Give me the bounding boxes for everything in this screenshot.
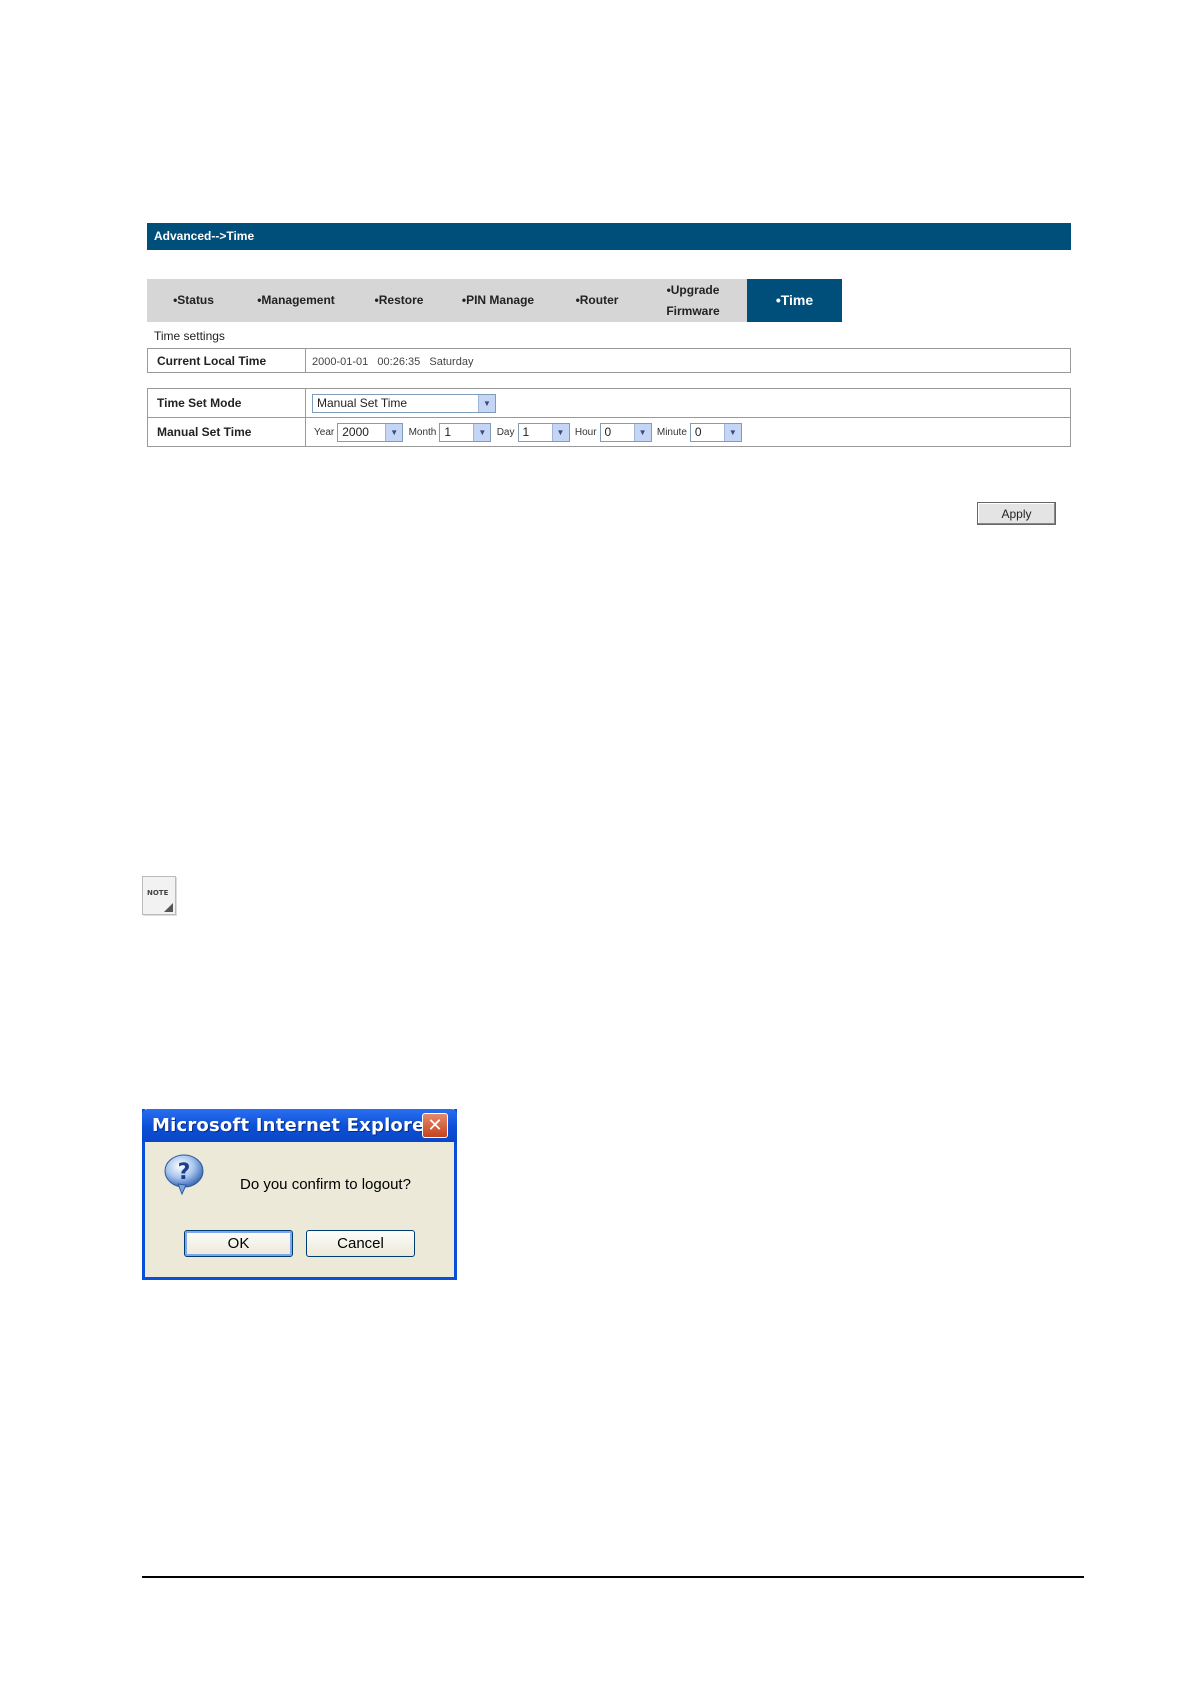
hour-label: Hour <box>574 426 597 438</box>
time-settings-table: Time Set Mode Manual Set Time ▼ Manual S… <box>147 388 1071 447</box>
ok-button[interactable]: OK <box>184 1230 293 1257</box>
logout-confirm-dialog: Microsoft Internet Explorer ✕ ? Do you c… <box>142 1109 457 1280</box>
month-value: 1 <box>444 425 452 439</box>
month-label: Month <box>408 426 437 438</box>
apply-button[interactable]: Apply <box>977 502 1056 525</box>
hour-select[interactable]: 0 ▼ <box>599 422 652 442</box>
current-time-table: Current Local Time 2000-01-01 00:26:35 S… <box>147 348 1071 373</box>
time-set-mode-label: Time Set Mode <box>147 388 306 418</box>
chevron-down-icon: ▼ <box>473 423 491 441</box>
dialog-title: Microsoft Internet Explorer <box>142 1109 457 1142</box>
year-label: Year <box>314 426 335 438</box>
footer-divider <box>142 1576 1084 1578</box>
chevron-down-icon: ▼ <box>723 423 741 441</box>
tab-router[interactable]: •Router <box>550 279 644 322</box>
minute-select[interactable]: 0 ▼ <box>689 422 742 442</box>
page-corner-icon <box>164 903 173 912</box>
chevron-down-icon: ▼ <box>551 423 569 441</box>
tab-restore[interactable]: •Restore <box>352 279 446 322</box>
note-icon-text: NOTE <box>147 889 169 897</box>
tab-time[interactable]: •Time <box>747 279 842 322</box>
year-select[interactable]: 2000 ▼ <box>337 422 404 442</box>
dialog-message: Do you confirm to logout? <box>240 1176 411 1193</box>
chevron-down-icon: ▼ <box>478 394 495 412</box>
question-icon: ? <box>164 1154 204 1196</box>
tab-upgrade-firmware[interactable]: •Upgrade Firmware <box>649 279 737 322</box>
month-select[interactable]: 1 ▼ <box>439 422 492 442</box>
section-title: Time settings <box>154 329 225 343</box>
chevron-down-icon: ▼ <box>385 423 403 441</box>
tab-pin-manage[interactable]: •PIN Manage <box>446 279 550 322</box>
breadcrumb: Advanced-->Time <box>147 223 1071 250</box>
day-select[interactable]: 1 ▼ <box>517 422 570 442</box>
hour-value: 0 <box>604 425 612 439</box>
time-set-mode-select[interactable]: Manual Set Time ▼ <box>312 393 496 413</box>
day-label: Day <box>496 426 515 438</box>
day-value: 1 <box>522 425 530 439</box>
cancel-button[interactable]: Cancel <box>306 1230 415 1257</box>
note-icon: NOTE <box>142 876 176 915</box>
time-set-mode-value: Manual Set Time <box>317 396 408 410</box>
minute-label: Minute <box>656 426 687 438</box>
dialog-body: ? Do you confirm to logout? OK Cancel <box>145 1142 454 1277</box>
current-local-time-label: Current Local Time <box>147 348 306 373</box>
svg-text:?: ? <box>178 1160 191 1185</box>
tab-status[interactable]: •Status <box>147 279 240 322</box>
chevron-down-icon: ▼ <box>633 423 651 441</box>
close-icon[interactable]: ✕ <box>422 1113 448 1138</box>
tab-management[interactable]: •Management <box>240 279 352 322</box>
year-value: 2000 <box>342 425 369 439</box>
tab-bar: •Status •Management •Restore •PIN Manage… <box>147 279 842 322</box>
minute-value: 0 <box>694 425 702 439</box>
router-time-panel: Advanced-->Time •Status •Management •Res… <box>147 223 1071 525</box>
manual-set-time-label: Manual Set Time <box>147 417 306 447</box>
current-local-time-value: 2000-01-01 00:26:35 Saturday <box>312 355 474 368</box>
